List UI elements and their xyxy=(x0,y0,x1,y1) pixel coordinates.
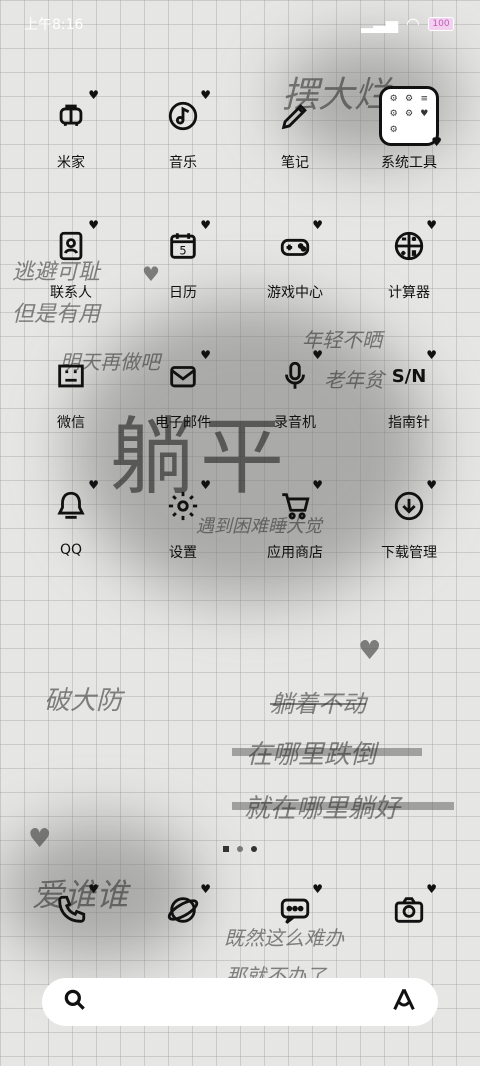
compass-glyph: S/N xyxy=(391,365,427,387)
app-label: 录音机 xyxy=(274,415,316,431)
qq-icon: ♥ xyxy=(41,476,101,536)
app-compass[interactable]: S/N ♥ 指南针 xyxy=(354,346,464,432)
camera-icon: ♥ xyxy=(379,880,439,940)
heart-icon: ♥ xyxy=(358,636,382,666)
app-wechat[interactable]: 微信 xyxy=(16,346,126,432)
app-label: 米家 xyxy=(57,155,85,171)
wechat-icon xyxy=(41,346,101,406)
status-bar: 上午8:16 ▂▃▅ ◠ 100 xyxy=(0,0,480,44)
heart-badge-icon: ♥ xyxy=(426,218,437,232)
app-calculator[interactable]: ♥ 计算器 xyxy=(354,216,464,302)
app-contacts[interactable]: ♥ 联系人 xyxy=(16,216,126,302)
app-game-center[interactable]: ♥ 游戏中心 xyxy=(240,216,350,302)
shopping-cart-icon: ♥ xyxy=(265,476,325,536)
wallpaper-text: 在哪里跌倒 xyxy=(246,740,377,770)
status-time: 上午8:16 xyxy=(24,17,84,33)
app-settings[interactable]: ♥ 设置 xyxy=(128,476,238,562)
browser-icon: ♥ xyxy=(153,880,213,940)
assistant-icon[interactable] xyxy=(390,986,418,1018)
page-dot-list-icon[interactable] xyxy=(223,846,229,852)
gamepad-icon: ♥ xyxy=(265,216,325,276)
heart-badge-icon: ♥ xyxy=(431,135,442,149)
app-label: 电子邮件 xyxy=(155,415,211,431)
wallpaper-text: 就在哪里躺好 xyxy=(244,794,401,824)
heart-badge-icon: ♥ xyxy=(426,348,437,362)
app-label: 设置 xyxy=(169,545,197,561)
heart-badge-icon: ♥ xyxy=(312,348,323,362)
signal-icon: ▂▃▅ xyxy=(361,14,399,33)
calendar-icon: 5 ♥ xyxy=(153,216,213,276)
wifi-icon: ◠ xyxy=(406,14,420,33)
compass-icon: S/N ♥ xyxy=(379,346,439,406)
music-icon: ♥ xyxy=(153,86,213,146)
app-label: 笔记 xyxy=(281,155,309,171)
heart-badge-icon: ♥ xyxy=(312,478,323,492)
microphone-icon: ♥ xyxy=(265,346,325,406)
app-label: 日历 xyxy=(169,285,197,301)
app-qq[interactable]: ♥ QQ xyxy=(16,476,126,558)
heart-badge-icon: ♥ xyxy=(200,218,211,232)
search-bar[interactable] xyxy=(42,978,438,1026)
app-calendar[interactable]: 5 ♥ 日历 xyxy=(128,216,238,302)
heart-badge-icon: ♥ xyxy=(200,882,211,896)
heart-badge-icon: ♥ xyxy=(88,88,99,102)
battery-icon: 100 xyxy=(428,16,454,31)
app-label: 游戏中心 xyxy=(267,285,323,301)
email-icon: ♥ xyxy=(153,346,213,406)
settings-gear-icon: ♥ xyxy=(153,476,213,536)
page-dot-active[interactable] xyxy=(251,846,257,852)
phone-icon: ♥ xyxy=(41,880,101,940)
status-icons: ▂▃▅ ◠ 100 xyxy=(361,14,454,33)
app-label: 系统工具 xyxy=(381,155,437,171)
app-notes[interactable]: 笔记 xyxy=(240,86,350,172)
app-store[interactable]: ♥ 应用商店 xyxy=(240,476,350,562)
app-label: 计算器 xyxy=(388,285,430,301)
heart-badge-icon: ♥ xyxy=(200,88,211,102)
heart-badge-icon: ♥ xyxy=(88,882,99,896)
page-indicator[interactable] xyxy=(0,846,480,852)
heart-badge-icon: ♥ xyxy=(426,478,437,492)
folder-system-tools[interactable]: ⚙ ⚙ ≡ ⚙ ⚙ ♥ ⚙ ♥ 系统工具 xyxy=(354,86,464,172)
app-label: 微信 xyxy=(57,415,85,431)
app-email[interactable]: ♥ 电子邮件 xyxy=(128,346,238,432)
search-icon[interactable] xyxy=(62,987,88,1017)
dock-camera[interactable]: ♥ xyxy=(354,880,464,940)
system-tools-folder-icon: ⚙ ⚙ ≡ ⚙ ⚙ ♥ ⚙ ♥ xyxy=(379,86,442,149)
app-label: 指南针 xyxy=(388,415,430,431)
app-label: 联系人 xyxy=(50,285,92,301)
wallpaper-text: 破大防 xyxy=(44,686,123,716)
app-downloads[interactable]: ♥ 下载管理 xyxy=(354,476,464,562)
dock-phone[interactable]: ♥ xyxy=(16,880,126,940)
mijia-icon: ♥ xyxy=(41,86,101,146)
app-label: 音乐 xyxy=(169,155,197,171)
app-mijia[interactable]: ♥ 米家 xyxy=(16,86,126,172)
heart-badge-icon: ♥ xyxy=(200,348,211,362)
svg-text:5: 5 xyxy=(179,244,186,258)
dock-messages[interactable]: ♥ xyxy=(240,880,350,940)
contacts-icon: ♥ xyxy=(41,216,101,276)
heart-badge-icon: ♥ xyxy=(312,218,323,232)
app-recorder[interactable]: ♥ 录音机 xyxy=(240,346,350,432)
heart-badge-icon: ♥ xyxy=(88,478,99,492)
heart-badge-icon: ♥ xyxy=(312,882,323,896)
app-label: 应用商店 xyxy=(267,545,323,561)
messages-icon: ♥ xyxy=(265,880,325,940)
heart-badge-icon: ♥ xyxy=(426,882,437,896)
app-music[interactable]: ♥ 音乐 xyxy=(128,86,238,172)
download-icon: ♥ xyxy=(379,476,439,536)
app-label: QQ xyxy=(59,542,83,558)
wallpaper-text: 躺着不动 xyxy=(270,690,366,718)
page-dot[interactable] xyxy=(237,846,243,852)
dock-browser[interactable]: ♥ xyxy=(128,880,238,940)
heart-badge-icon: ♥ xyxy=(88,218,99,232)
app-label: 下载管理 xyxy=(381,545,437,561)
calculator-icon: ♥ xyxy=(379,216,439,276)
notes-icon xyxy=(265,86,325,146)
heart-badge-icon: ♥ xyxy=(200,478,211,492)
